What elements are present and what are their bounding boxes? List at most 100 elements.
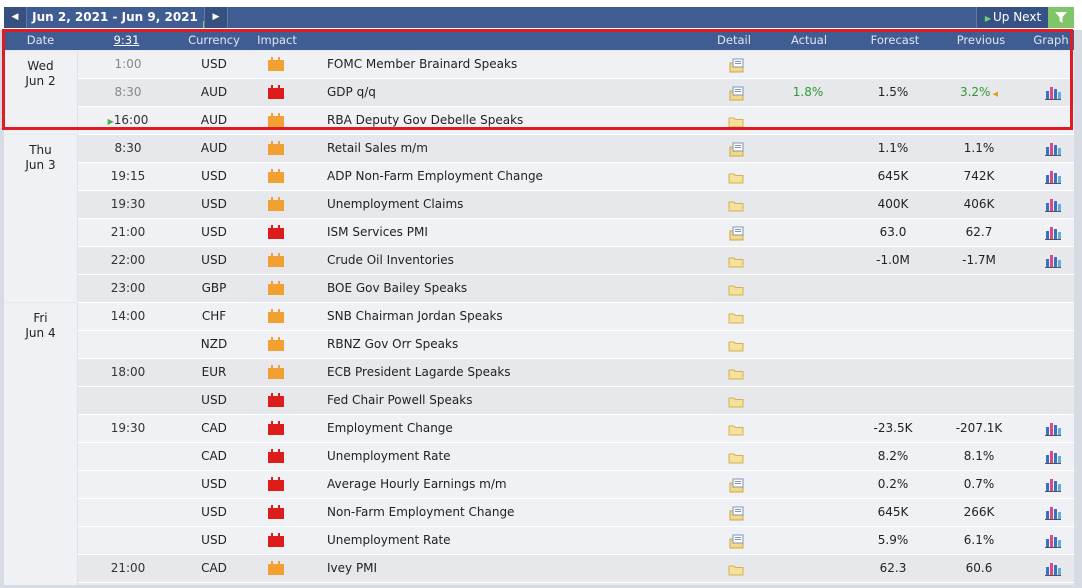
graph-icon[interactable] — [1044, 168, 1062, 184]
col-actual: Actual — [790, 33, 828, 47]
graph-icon[interactable] — [1044, 504, 1062, 520]
event-title[interactable]: Retail Sales m/m — [327, 135, 687, 162]
graph-icon[interactable] — [1044, 252, 1062, 268]
medium-impact-icon[interactable] — [268, 309, 284, 323]
medium-impact-icon[interactable] — [268, 253, 284, 267]
graph-icon[interactable] — [1044, 420, 1062, 436]
graph-icon[interactable] — [1044, 532, 1062, 548]
detail-folder-icon[interactable] — [727, 113, 745, 129]
high-impact-icon[interactable] — [268, 533, 284, 547]
event-title[interactable]: FOMC Member Brainard Speaks — [327, 51, 687, 78]
high-impact-icon[interactable] — [268, 505, 284, 519]
event-row[interactable]: 23:00 GBP BOE Gov Bailey Speaks — [78, 275, 1074, 303]
graph-icon[interactable] — [1044, 224, 1062, 240]
detail-document-icon[interactable] — [727, 505, 745, 521]
event-title[interactable]: RBA Deputy Gov Debelle Speaks — [327, 107, 687, 134]
medium-impact-icon[interactable] — [268, 365, 284, 379]
detail-document-icon[interactable] — [727, 533, 745, 549]
event-title[interactable]: Unemployment Rate — [327, 443, 687, 470]
event-row[interactable]: 19:30 CAD Employment Change -23.5K -207.1K — [78, 415, 1074, 443]
previous-week-button[interactable]: ◀ — [4, 7, 27, 28]
event-previous: 60.6 — [944, 555, 1014, 582]
detail-folder-icon[interactable] — [727, 421, 745, 437]
event-title[interactable]: Fed Chair Powell Speaks — [327, 387, 687, 414]
detail-folder-icon[interactable] — [727, 449, 745, 465]
medium-impact-icon[interactable] — [268, 141, 284, 155]
next-week-button[interactable]: ▶ — [204, 7, 228, 28]
high-impact-icon[interactable] — [268, 449, 284, 463]
graph-icon[interactable] — [1044, 560, 1062, 576]
event-title[interactable]: RBNZ Gov Orr Speaks — [327, 331, 687, 358]
event-title[interactable]: Unemployment Rate — [327, 527, 687, 554]
high-impact-icon[interactable] — [268, 225, 284, 239]
event-row[interactable]: CAD Unemployment Rate 8.2% 8.1% — [78, 443, 1074, 471]
high-impact-icon[interactable] — [268, 393, 284, 407]
event-row[interactable]: USD Fed Chair Powell Speaks — [78, 387, 1074, 415]
event-row[interactable]: 18:00 EUR ECB President Lagarde Speaks — [78, 359, 1074, 387]
up-next-button[interactable]: ▶ Up Next — [976, 7, 1049, 28]
medium-impact-icon[interactable] — [268, 113, 284, 127]
graph-icon[interactable] — [1044, 140, 1062, 156]
detail-folder-icon[interactable] — [727, 365, 745, 381]
detail-document-icon[interactable] — [727, 477, 745, 493]
event-row[interactable]: 8:30 AUD Retail Sales m/m 1.1% 1.1% — [78, 135, 1074, 163]
detail-document-icon[interactable] — [727, 141, 745, 157]
detail-document-icon[interactable] — [727, 225, 745, 241]
detail-document-icon[interactable] — [727, 85, 745, 101]
graph-icon[interactable] — [1044, 476, 1062, 492]
medium-impact-icon[interactable] — [268, 197, 284, 211]
event-currency: CAD — [201, 449, 227, 463]
event-row[interactable]: 1:00 USD FOMC Member Brainard Speaks — [78, 51, 1074, 79]
event-row[interactable]: ▶16:00 AUD RBA Deputy Gov Debelle Speaks — [78, 107, 1074, 135]
event-title[interactable]: ISM Services PMI — [327, 219, 687, 246]
event-row[interactable]: 21:00 CAD Ivey PMI 62.3 60.6 — [78, 555, 1074, 583]
detail-folder-icon[interactable] — [727, 253, 745, 269]
detail-document-icon[interactable] — [727, 57, 745, 73]
event-previous-value: -1.7M — [962, 253, 996, 267]
day-cell: Wed Jun 2 — [4, 51, 78, 134]
high-impact-icon[interactable] — [268, 477, 284, 491]
event-row[interactable]: 8:30 AUD GDP q/q 1.8% 1.5% 3.2% ◀ — [78, 79, 1074, 107]
detail-folder-icon[interactable] — [727, 309, 745, 325]
detail-folder-icon[interactable] — [727, 337, 745, 353]
event-title[interactable]: Average Hourly Earnings m/m — [327, 471, 687, 498]
detail-folder-icon[interactable] — [727, 393, 745, 409]
event-title[interactable]: ECB President Lagarde Speaks — [327, 359, 687, 386]
col-time-clock[interactable]: 9:31 — [104, 30, 149, 50]
graph-icon[interactable] — [1044, 84, 1062, 100]
high-impact-icon[interactable] — [268, 421, 284, 435]
event-title[interactable]: Ivey PMI — [327, 555, 687, 582]
event-row[interactable]: USD Unemployment Rate 5.9% 6.1% — [78, 527, 1074, 555]
event-title[interactable]: Unemployment Claims — [327, 191, 687, 218]
event-row[interactable]: 14:00 CHF SNB Chairman Jordan Speaks — [78, 303, 1074, 331]
graph-icon[interactable] — [1044, 448, 1062, 464]
detail-folder-icon[interactable] — [727, 281, 745, 297]
medium-impact-icon[interactable] — [268, 281, 284, 295]
medium-impact-icon[interactable] — [268, 169, 284, 183]
event-previous-value: 60.6 — [965, 561, 993, 575]
event-title[interactable]: Employment Change — [327, 415, 687, 442]
high-impact-icon[interactable] — [268, 85, 284, 99]
event-row[interactable]: 19:15 USD ADP Non-Farm Employment Change 64… — [78, 163, 1074, 191]
event-title[interactable]: Crude Oil Inventories — [327, 247, 687, 274]
event-title[interactable]: BOE Gov Bailey Speaks — [327, 275, 687, 302]
event-row[interactable]: USD Non-Farm Employment Change 645K 266K — [78, 499, 1074, 527]
event-title[interactable]: GDP q/q — [327, 79, 687, 106]
detail-folder-icon[interactable] — [727, 169, 745, 185]
detail-folder-icon[interactable] — [727, 561, 745, 577]
medium-impact-icon[interactable] — [268, 561, 284, 575]
event-row[interactable]: 22:00 USD Crude Oil Inventories -1.0M -1.7M — [78, 247, 1074, 275]
detail-folder-icon[interactable] — [727, 197, 745, 213]
event-currency: USD — [201, 533, 227, 547]
event-row[interactable]: USD Average Hourly Earnings m/m 0.2% 0.7% — [78, 471, 1074, 499]
event-row[interactable]: 19:30 USD Unemployment Claims 400K 406K — [78, 191, 1074, 219]
medium-impact-icon[interactable] — [268, 337, 284, 351]
medium-impact-icon[interactable] — [268, 57, 284, 71]
event-title[interactable]: Non-Farm Employment Change — [327, 499, 687, 526]
event-row[interactable]: 21:00 USD ISM Services PMI 63.0 62.7 — [78, 219, 1074, 247]
event-title[interactable]: SNB Chairman Jordan Speaks — [327, 303, 687, 330]
event-row[interactable]: NZD RBNZ Gov Orr Speaks — [78, 331, 1074, 359]
filter-button[interactable] — [1048, 7, 1074, 28]
graph-icon[interactable] — [1044, 196, 1062, 212]
event-title[interactable]: ADP Non-Farm Employment Change — [327, 163, 687, 190]
